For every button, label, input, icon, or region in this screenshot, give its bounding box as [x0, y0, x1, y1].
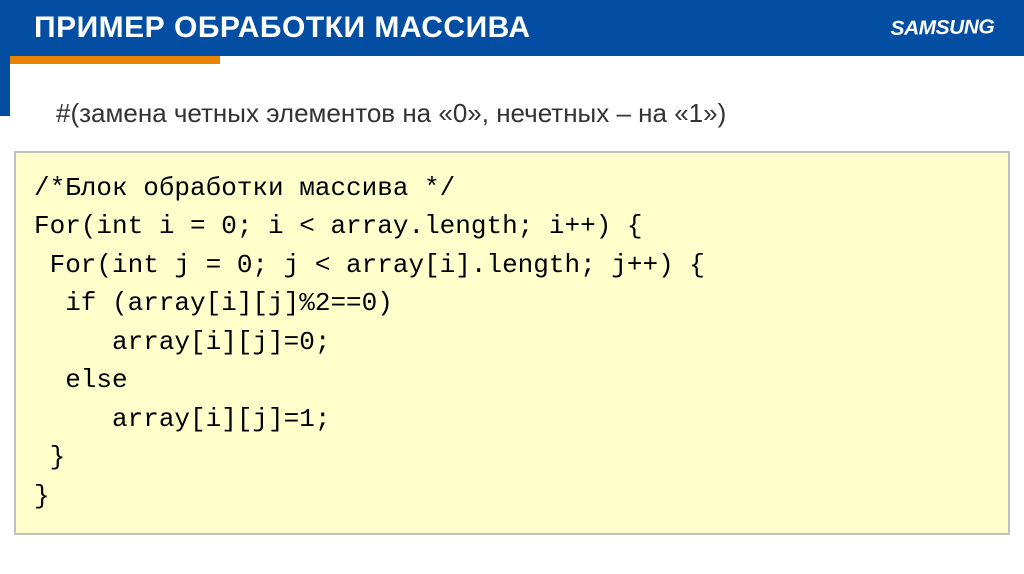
logo-ellipse: SAMSUNG: [872, 5, 1013, 51]
brand-logo: SAMSUNG: [860, 0, 1024, 56]
accent-side: [0, 56, 10, 116]
slide-subtitle: #(замена четных элементов на «0», нечетн…: [56, 98, 1004, 129]
logo-text: SAMSUNG: [890, 16, 994, 41]
slide-header: ПРИМЕР ОБРАБОТКИ МАССИВА SAMSUNG: [0, 0, 1024, 56]
code-block: /*Блок обработки массива */ For(int i = …: [14, 151, 1010, 535]
accent-line: [0, 56, 220, 64]
slide-title: ПРИМЕР ОБРАБОТКИ МАССИВА: [0, 11, 530, 45]
